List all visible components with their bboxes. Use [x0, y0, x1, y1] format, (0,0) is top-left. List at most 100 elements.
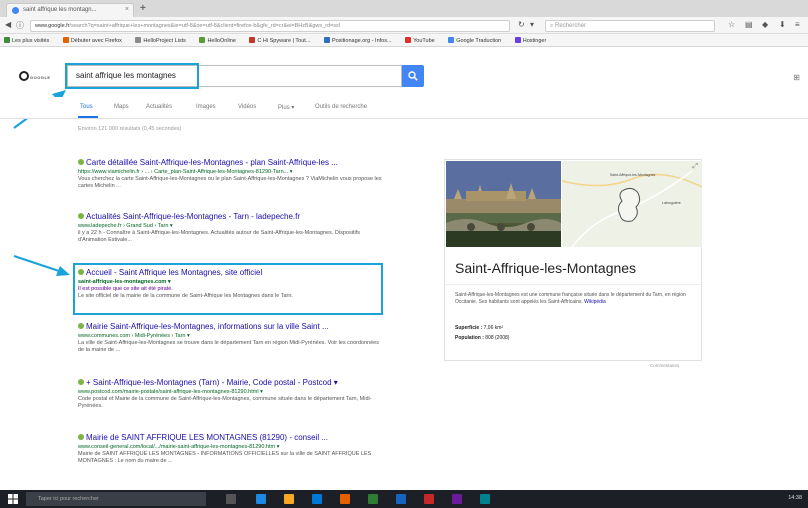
active-tab-underline [78, 116, 98, 118]
town-photo[interactable] [446, 161, 561, 247]
result-title-text: Mairie Saint-Affrique-les-Montagnes, inf… [86, 322, 329, 331]
result-url[interactable]: https://www.viamichelin.fr › ... › Carte… [78, 169, 383, 175]
knowledge-panel: Saint-Affrique-les-Montagnes Labruguière… [444, 159, 703, 361]
screenshot: saint affrique les montagn... × + ◀ ⓘ ww… [0, 0, 808, 508]
bookmark-icon [249, 37, 256, 43]
address-bar[interactable]: www.google.fr/search?q=saint+affrique+le… [30, 20, 510, 32]
bookmark-item[interactable]: C Hi Spyware | Tout... [249, 37, 316, 44]
tab-news[interactable]: Actualités [146, 104, 172, 110]
google-logo[interactable]: GOOGLE [18, 71, 51, 81]
result-title[interactable]: Carte détaillée Saint-Affrique-les-Monta… [78, 158, 383, 167]
tab-maps[interactable]: Maps [114, 104, 129, 110]
search-result: Actualités Saint-Affrique-les-Montagnes … [78, 212, 383, 244]
bookmark-item[interactable]: Débuter avec Firefox [62, 37, 128, 44]
library-icon[interactable]: ▤ [745, 20, 754, 29]
wikipedia-link[interactable]: Wikipédia [584, 299, 606, 305]
app-icon[interactable] [424, 494, 434, 504]
taskbar-clock[interactable]: 14:38 [788, 495, 802, 501]
browser-search-box[interactable]: ⌕ Rechercher [545, 20, 715, 32]
expand-map-icon[interactable]: ⤢ [692, 163, 698, 171]
result-snippet: il y a 22 h - Connaître à Saint-Affrique… [78, 230, 360, 243]
tab-images[interactable]: Images [196, 104, 216, 110]
search-result: + Saint-Affrique-les-Montagnes (Tarn) - … [78, 378, 383, 410]
excel-icon[interactable] [368, 494, 378, 504]
bookmark-item[interactable]: Google Traduction [448, 37, 507, 44]
map-label-labruguiere: Labruguière [662, 201, 681, 205]
task-view-icon[interactable] [226, 494, 236, 504]
new-tab-button[interactable]: + [140, 3, 146, 14]
bookmark-label: HelloOnline [207, 38, 236, 44]
fact-label[interactable]: Superficie : [455, 325, 482, 331]
result-title[interactable]: Mairie de SAINT AFFRIQUE LES MONTAGNES (… [78, 433, 383, 442]
bookmark-item[interactable]: HelloOnline [199, 37, 241, 44]
knowledge-panel-title: Saint-Affrique-les-Montagnes [455, 260, 637, 276]
dropdown-icon[interactable]: ▾ [530, 20, 539, 29]
tab-all[interactable]: Tous [80, 104, 93, 110]
star-icon[interactable]: ☆ [728, 20, 737, 29]
reload-icon[interactable]: ↻ [518, 20, 527, 29]
result-url[interactable]: www.ladepeche.fr › Grand Sud › Tarn ▾ [78, 223, 383, 229]
bookmark-item[interactable]: YouTube [405, 37, 441, 44]
fact-area: Superficie : 7,06 km² [455, 325, 503, 331]
tab-more[interactable]: Plus ▾ [278, 104, 294, 111]
result-title-text: Actualités Saint-Affrique-les-Montagnes … [86, 212, 301, 221]
firefox-taskbar-icon[interactable] [340, 494, 350, 504]
result-title[interactable]: Mairie Saint-Affrique-les-Montagnes, inf… [78, 322, 383, 331]
fact-label[interactable]: Population : [455, 335, 484, 341]
taskbar-search[interactable]: Taper ici pour rechercher [26, 492, 206, 506]
google-favicon-icon [12, 7, 19, 14]
browser-tab[interactable]: saint affrique les montagn... × [6, 3, 134, 17]
annotation-arrow-result [13, 254, 70, 276]
menu-icon[interactable]: ≡ [795, 20, 804, 29]
bookmark-item[interactable]: Positionage.org - Infos... [323, 37, 398, 44]
bookmark-icon [323, 37, 330, 43]
result-url[interactable]: www.postcod.com/mairie-postale/saint-aff… [78, 389, 383, 395]
bookmark-icon [135, 37, 142, 43]
bookmark-item[interactable]: Hostinger [514, 37, 553, 44]
url-path: /search?q=saint+affrique+les+montagnes&i… [69, 23, 341, 29]
file-explorer-icon[interactable] [284, 494, 294, 504]
word-icon[interactable] [396, 494, 406, 504]
safe-site-icon [78, 323, 84, 329]
result-url[interactable]: www.communes.com › Midi-Pyrénées › Tarn … [78, 333, 383, 339]
bookmarks-bar: Les plus visités Débuter avec Firefox He… [0, 34, 808, 47]
bookmark-item[interactable]: Les plus visités [4, 37, 55, 44]
google-logo-magnifier-icon [19, 71, 29, 81]
firefox-icon [62, 37, 69, 43]
google-search-button[interactable] [402, 65, 424, 87]
download-icon[interactable]: ⬇ [779, 20, 788, 29]
result-title[interactable]: Actualités Saint-Affrique-les-Montagnes … [78, 212, 383, 221]
google-logo-text: GOOGLE [30, 75, 51, 80]
bookmark-label: C Hi Spyware | Tout... [257, 38, 311, 44]
bookmark-item[interactable]: HelloProject Lists [135, 37, 192, 44]
apps-grid-icon[interactable]: ⊞ [793, 73, 800, 82]
bookmark-label: HelloProject Lists [143, 38, 186, 44]
search-result: Mairie de SAINT AFFRIQUE LES MONTAGNES (… [78, 433, 383, 465]
bookmark-icon [4, 37, 10, 43]
app-icon[interactable] [480, 494, 490, 504]
bookmark-label: Google Traduction [456, 38, 502, 44]
bookmark-label: Positionage.org - Infos... [331, 38, 392, 44]
url-host: www.google.fr [35, 23, 70, 29]
tab-videos[interactable]: Vidéos [238, 104, 256, 110]
hostinger-icon [514, 37, 521, 43]
bookmark-label: YouTube [413, 38, 435, 44]
town-map[interactable]: Saint-Affrique-les-Montagnes Labruguière… [562, 161, 702, 247]
result-url[interactable]: www.conseil-general.com/local/.../mairie… [78, 444, 383, 450]
result-title-text: Carte détaillée Saint-Affrique-les-Monta… [86, 158, 338, 167]
youtube-icon [405, 37, 412, 43]
bookmark-label: Hostinger [522, 38, 547, 44]
result-title[interactable]: + Saint-Affrique-les-Montagnes (Tarn) - … [78, 378, 383, 387]
result-snippet: Vous cherchez la carte Saint-Affrique-le… [78, 176, 382, 189]
info-icon[interactable]: ⓘ [16, 20, 24, 31]
description-text: Saint-Affrique-les-Montagnes est une com… [455, 292, 686, 305]
tab-close-icon[interactable]: × [125, 6, 129, 13]
back-arrow-icon[interactable]: ◀ [5, 20, 11, 29]
store-icon[interactable] [312, 494, 322, 504]
tab-search-tools[interactable]: Outils de recherche [315, 104, 367, 110]
pocket-icon[interactable]: ◆ [762, 20, 771, 29]
app-icon[interactable] [452, 494, 462, 504]
edge-icon[interactable] [256, 494, 266, 504]
feedback-link[interactable]: Commentaires [650, 363, 679, 368]
windows-start-icon[interactable] [8, 494, 18, 504]
